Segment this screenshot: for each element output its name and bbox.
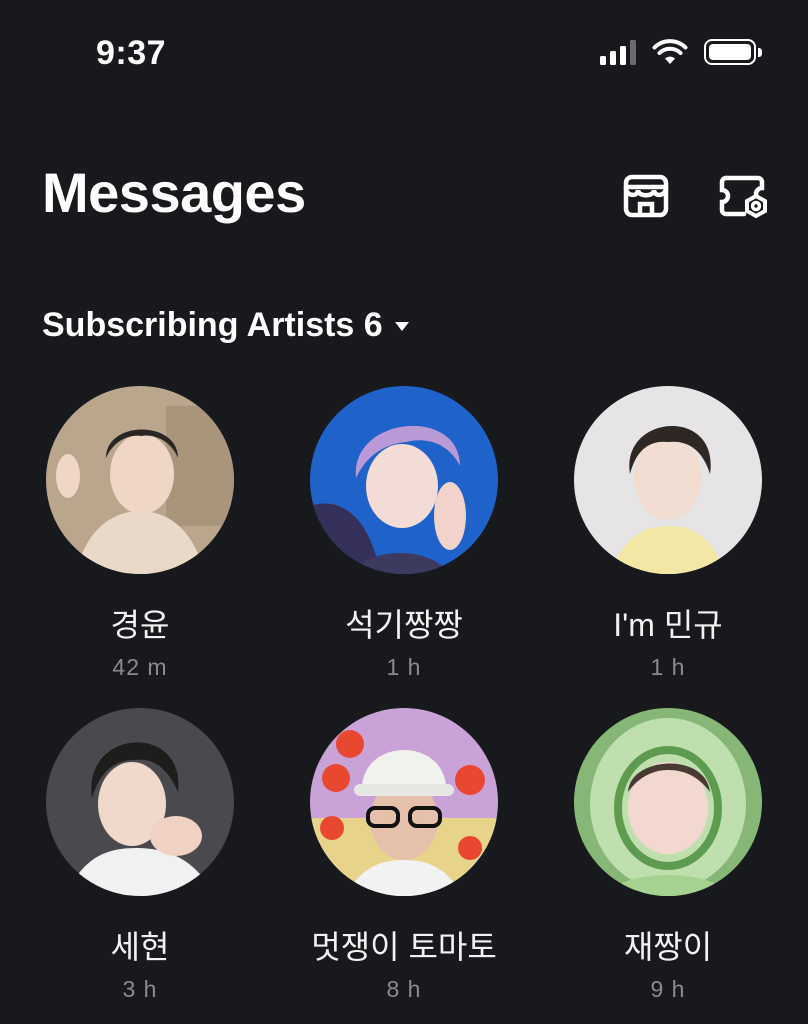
ticket-settings-icon (719, 175, 767, 219)
artist-item[interactable]: 경윤 42 m (10, 386, 270, 681)
avatar (574, 708, 762, 896)
status-icons (600, 38, 762, 66)
subscribing-artists-dropdown[interactable]: Subscribing Artists 6 (42, 306, 409, 345)
last-message-time: 42 m (112, 654, 168, 680)
avatar (310, 386, 498, 574)
last-message-time: 1 h (386, 654, 422, 680)
section-title: Subscribing Artists 6 (42, 306, 383, 344)
page-title: Messages (42, 161, 306, 224)
last-message-time: 1 h (650, 654, 686, 680)
avatar (310, 708, 498, 896)
artist-name: 멋쟁이 토마토 (311, 929, 497, 965)
artist-name: 석기짱짱 (345, 607, 463, 643)
avatar (46, 386, 234, 574)
last-message-time: 9 h (650, 976, 686, 1002)
artist-item[interactable]: 멋쟁이 토마토 8 h (274, 708, 534, 1003)
artist-name: 경윤 (110, 607, 170, 643)
ticket-settings-button[interactable] (714, 168, 770, 224)
last-message-time: 8 h (386, 976, 422, 1002)
last-message-time: 3 h (122, 976, 158, 1002)
caret-down-icon (394, 322, 409, 331)
avatar (46, 708, 234, 896)
battery-icon (704, 39, 762, 65)
artist-name: 재짱이 (623, 929, 713, 965)
artist-item[interactable]: I'm 민규 1 h (538, 386, 798, 681)
status-time: 9:37 (96, 34, 167, 72)
avatar (574, 386, 762, 574)
cellular-signal-icon (600, 39, 636, 65)
artist-item[interactable]: 재짱이 9 h (538, 708, 798, 1003)
store-icon (623, 174, 669, 218)
artist-item[interactable]: 세현 3 h (10, 708, 270, 1003)
artist-name: I'm 민규 (613, 607, 723, 643)
messages-screen: 9:37 Messages Subscribing Artists 6 경윤 4… (0, 0, 808, 1024)
wifi-icon (652, 39, 688, 64)
artist-item[interactable]: 석기짱짱 1 h (274, 386, 534, 681)
artist-name: 세현 (110, 929, 170, 965)
store-button[interactable] (618, 168, 674, 224)
